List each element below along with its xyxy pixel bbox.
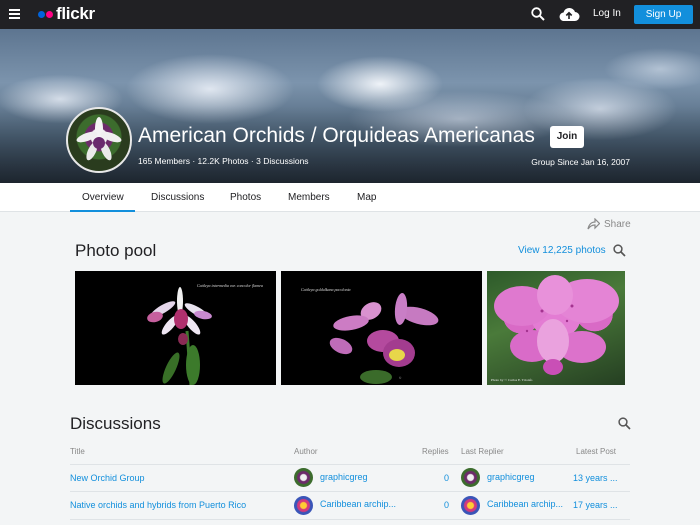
discussion-title-link[interactable]: New Orchid Group <box>70 473 145 483</box>
group-title: American Orchids / Orquideas Americanas <box>138 124 535 147</box>
group-avatar <box>66 107 132 173</box>
flickr-logo[interactable]: flickr <box>38 4 95 23</box>
replies-count[interactable]: 0 <box>419 473 449 483</box>
tab-map[interactable]: Map <box>357 192 376 203</box>
table-divider <box>70 464 630 465</box>
discussion-title-link[interactable]: Native orchids and hybrids from Puerto R… <box>70 500 246 510</box>
share-icon <box>587 218 600 230</box>
table-divider <box>70 519 630 520</box>
tab-photos[interactable]: Photos <box>230 192 261 203</box>
avatar[interactable] <box>461 468 480 487</box>
login-link[interactable]: Log In <box>593 8 621 19</box>
column-header-last-replier[interactable]: Last Replier <box>461 447 504 456</box>
latest-post-link[interactable]: 13 years ... <box>573 473 618 483</box>
top-nav: flickr Log In Sign Up <box>0 0 700 29</box>
tab-members[interactable]: Members <box>288 192 330 203</box>
logo-pink-dot <box>46 10 53 18</box>
column-header-author[interactable]: Author <box>294 447 318 456</box>
author-link[interactable]: graphicgreg <box>320 472 368 482</box>
table-divider <box>70 491 630 492</box>
view-all-photos-link[interactable]: View 12,225 photos <box>518 245 606 256</box>
join-button[interactable]: Join <box>550 126 584 148</box>
signup-button[interactable]: Sign Up <box>634 5 693 24</box>
pool-search-icon[interactable] <box>613 244 626 257</box>
tab-discussions[interactable]: Discussions <box>151 192 204 203</box>
last-replier-link[interactable]: Caribbean archip... <box>487 499 563 509</box>
logo-blue-dot <box>38 10 45 18</box>
active-tab-indicator <box>70 210 135 212</box>
column-header-title[interactable]: Title <box>70 447 85 456</box>
upload-cloud-icon[interactable] <box>558 6 580 22</box>
pool-photo[interactable]: Photo by © Carlos E. Trionfo <box>487 271 625 385</box>
latest-post-link[interactable]: 17 years ... <box>573 500 618 510</box>
avatar[interactable] <box>461 496 480 515</box>
photo-pool-title: Photo pool <box>75 241 157 260</box>
avatar[interactable] <box>294 468 313 487</box>
pool-photo[interactable]: Cattleya intermedia var. concolor flamea <box>75 271 276 385</box>
author-link[interactable]: Caribbean archip... <box>320 499 396 509</box>
column-header-replies[interactable]: Replies <box>422 447 449 456</box>
discussions-title: Discussions <box>70 414 161 433</box>
search-icon[interactable] <box>531 7 545 21</box>
logo-text: flickr <box>56 4 95 23</box>
svg-text:©: © <box>399 376 402 380</box>
last-replier-link[interactable]: graphicgreg <box>487 472 535 482</box>
share-button[interactable]: Share <box>587 218 631 230</box>
discussions-search-icon[interactable] <box>618 417 631 430</box>
photo-caption: Cattleya intermedia var. concolor flamea <box>197 283 263 288</box>
group-tabs: Overview Discussions Photos Members Map <box>0 183 700 212</box>
pool-photo[interactable]: Cattleya goldulkana pacolonia © <box>281 271 482 385</box>
avatar[interactable] <box>294 496 313 515</box>
menu-icon[interactable] <box>9 9 20 19</box>
replies-count[interactable]: 0 <box>419 500 449 510</box>
photo-caption: Photo by © Carlos E. Trionfo <box>491 377 533 382</box>
column-header-latest-post[interactable]: Latest Post <box>576 447 616 456</box>
share-label: Share <box>604 218 631 230</box>
photo-caption: Cattleya goldulkana pacolonia <box>301 287 351 292</box>
tab-overview[interactable]: Overview <box>82 192 124 203</box>
group-stats: 165 Members · 12.2K Photos · 3 Discussio… <box>138 156 309 166</box>
group-since: Group Since Jan 16, 2007 <box>531 157 630 167</box>
